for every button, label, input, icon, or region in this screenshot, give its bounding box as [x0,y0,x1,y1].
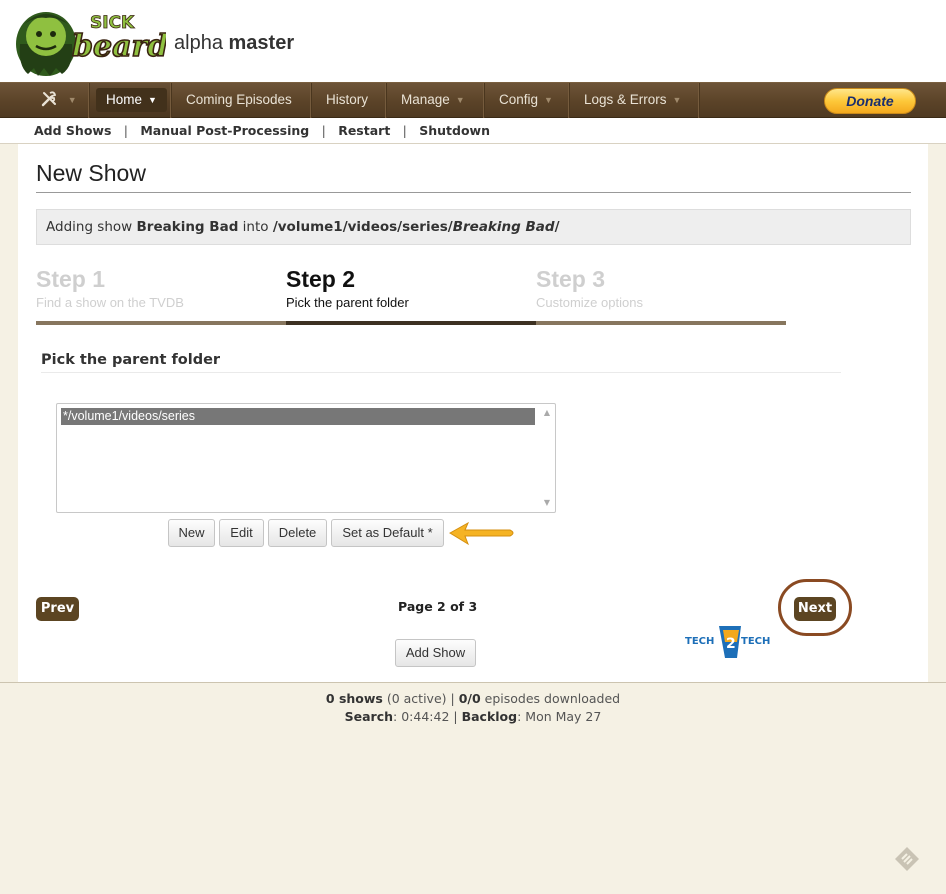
prev-button[interactable]: Prev [36,597,79,621]
footer-episodes: 0/0 [458,691,481,706]
nav-coming-episodes[interactable]: Coming Episodes [172,83,312,118]
nav-home-pill: Home ▼ [96,88,167,112]
footer-backlog-date: Mon May 27 [525,709,602,724]
chevron-down-icon: ▼ [672,95,682,105]
submenu-separator: | [402,123,407,138]
annotation-arrow-icon [449,521,514,546]
section-divider [41,372,841,373]
nav-home[interactable]: Home ▼ [90,83,172,118]
tools-menu[interactable]: ▼ [26,83,90,118]
adding-path-root: /volume1/videos/series/ [272,219,453,235]
chevron-down-icon: ▼ [67,95,77,105]
nav-logs-errors[interactable]: Logs & Errors ▼ [570,83,700,118]
branch-name: master [228,32,295,54]
step-3: Step 3 Customize options [536,266,786,326]
set-default-button[interactable]: Set as Default * [331,519,444,547]
nav-coming-episodes-label: Coming Episodes [186,92,292,107]
footer-shows-count: 0 shows [325,691,383,706]
nav-home-label: Home [106,92,143,107]
parent-folder-list[interactable]: */volume1/videos/series ▲ ▼ [56,403,556,513]
logo-text-bottom: beard [72,29,166,64]
step-1-desc: Find a show on the TVDB [36,295,184,310]
add-show-button[interactable]: Add Show [395,639,476,667]
footer-backlog-label: Backlog [461,709,518,724]
step-2-bar [286,321,536,325]
step-2-title: Step 2 [286,266,356,292]
folder-list-item[interactable]: */volume1/videos/series [61,408,535,425]
submenu-separator: | [321,123,326,138]
submenu-separator: | [123,123,128,138]
page-indicator: Page 2 of 3 [398,599,478,614]
nav-config[interactable]: Config ▼ [485,83,570,118]
nav-config-label: Config [499,92,539,107]
submenu: Add Shows | Manual Post-Processing | Res… [0,118,946,144]
step-2: Step 2 Pick the parent folder [286,266,536,326]
feedback-icon[interactable] [893,845,921,873]
footer-search-label: Search [344,709,394,724]
step-1: Step 1 Find a show on the TVDB [36,266,286,326]
nav-history[interactable]: History [312,83,387,118]
section-title: Pick the parent folder [41,352,221,368]
branch-label: alpha master [174,32,294,55]
footer-stats: 0 shows (0 active) | 0/0 episodes downlo… [325,691,621,706]
main-content: New Show Adding show Breaking Bad into /… [18,144,928,682]
step-1-bar [36,321,286,325]
adding-path-suffix: / [554,219,560,235]
chevron-down-icon: ▼ [544,95,553,105]
footer-schedule: Search: 0:44:42 | Backlog: Mon May 27 [344,709,602,724]
nav-logs-errors-label: Logs & Errors [584,92,667,107]
next-button[interactable]: Next [794,597,836,621]
step-3-title: Step 3 [536,266,606,292]
adding-path: /volume1/videos/series/Breaking Bad/ [273,219,560,235]
watermark-mid: 2 [726,636,736,652]
donate-button[interactable]: Donate [824,88,916,114]
watermark-left: TECH [685,636,714,647]
footer-active: (0 active) [386,691,447,706]
delete-folder-button[interactable]: Delete [268,519,327,547]
header: SICK beard alpha master [0,0,946,82]
footer-episodes-label: episodes downloaded [484,691,621,706]
adding-show-info: Adding show Breaking Bad into /volume1/v… [36,209,911,245]
title-divider [36,192,911,193]
footer: 0 shows (0 active) | 0/0 episodes downlo… [0,682,946,894]
step-3-bar [536,321,786,325]
new-folder-button[interactable]: New [168,519,215,547]
adding-path-show: Breaking Bad [452,219,555,235]
chevron-down-icon: ▼ [455,95,465,105]
tech2tech-watermark: TECH 2 TECH [685,626,770,658]
nav-manage-label: Manage [401,92,450,107]
watermark-right: TECH [741,636,770,647]
tools-icon [41,91,57,107]
branch-prefix: alpha [174,32,223,54]
main-navbar: ▼ Home ▼ Coming Episodes History Manage ▼ … [0,82,946,118]
step-2-desc: Pick the parent folder [286,295,409,310]
step-3-desc: Customize options [536,295,643,310]
adding-prefix: Adding show [46,219,133,235]
footer-search-time: 0:44:42 [401,709,450,724]
chevron-down-icon: ▼ [148,95,157,105]
sickbeard-logo[interactable]: SICK beard [14,4,166,78]
submenu-add-shows[interactable]: Add Shows [34,123,111,138]
submenu-shutdown[interactable]: Shutdown [419,123,490,138]
nav-manage[interactable]: Manage ▼ [387,83,485,118]
submenu-manual-post-processing[interactable]: Manual Post-Processing [140,123,309,138]
nav-history-label: History [326,92,369,107]
scroll-down-icon[interactable]: ▼ [541,497,553,509]
adding-middle: into [242,219,269,235]
step-1-title: Step 1 [36,266,106,292]
page-title: New Show [36,160,146,186]
edit-folder-button[interactable]: Edit [219,519,264,547]
adding-show-name: Breaking Bad [136,219,239,235]
scroll-up-icon[interactable]: ▲ [541,407,553,419]
submenu-restart[interactable]: Restart [338,123,390,138]
